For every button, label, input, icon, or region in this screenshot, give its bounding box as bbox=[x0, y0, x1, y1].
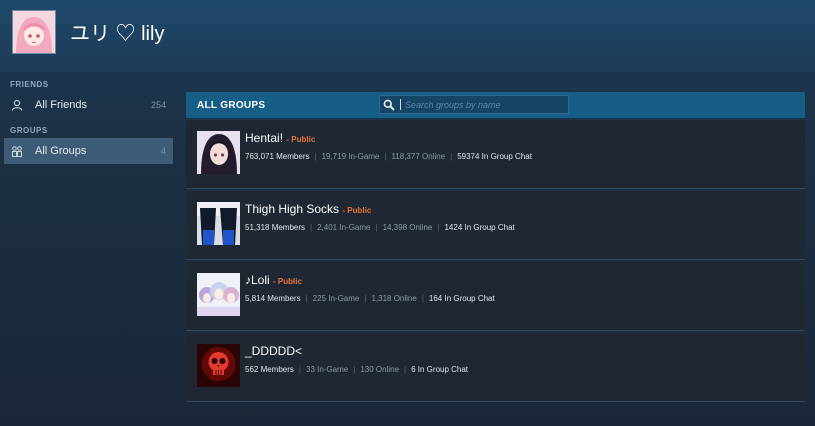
divider: | bbox=[310, 223, 313, 232]
members-count: 562 Members bbox=[245, 365, 294, 374]
divider: | bbox=[314, 152, 317, 161]
divider: | bbox=[450, 152, 453, 161]
online-count: 14,398 Online bbox=[382, 223, 433, 232]
group-name-line[interactable]: Hentai! - Public bbox=[245, 131, 315, 145]
ingame-count: 2,401 In-Game bbox=[317, 223, 371, 232]
group-name[interactable]: ♪Loli bbox=[245, 273, 270, 287]
group-stats: 51,318 Members | 2,401 In-Game | 14,398 … bbox=[245, 223, 515, 232]
sidebar-item-all-groups[interactable]: All Groups 4 bbox=[4, 138, 173, 164]
group-name[interactable]: Thigh High Socks bbox=[245, 202, 339, 216]
group-card[interactable]: ♪Loli - Public 5,814 Members | 225 In-Ga… bbox=[186, 262, 805, 331]
group-avatar[interactable] bbox=[197, 131, 240, 174]
sidebar: FRIENDS All Friends 254 GROUPS All Group… bbox=[0, 80, 180, 164]
online-count: 1,318 Online bbox=[371, 294, 417, 303]
group-name-line[interactable]: Thigh High Socks - Public bbox=[245, 202, 371, 216]
profile-header: ユリ ♡ lily bbox=[0, 0, 815, 72]
members-count: 763,071 Members bbox=[245, 152, 310, 161]
group-avatar[interactable] bbox=[197, 202, 240, 245]
ingame-count: 225 In-Game bbox=[312, 294, 360, 303]
group-avatar[interactable] bbox=[197, 273, 240, 316]
group-name-line[interactable]: ♪Loli - Public bbox=[245, 273, 302, 287]
visibility-badge: - Public bbox=[286, 135, 316, 144]
sidebar-item-all-friends[interactable]: All Friends 254 bbox=[4, 92, 173, 118]
divider: | bbox=[421, 294, 424, 303]
groups-heading: GROUPS bbox=[10, 126, 48, 135]
search-icon bbox=[383, 99, 397, 111]
person-icon bbox=[11, 98, 25, 112]
members-count: 51,318 Members bbox=[245, 223, 306, 232]
divider: | bbox=[353, 365, 356, 374]
chat-count: 1424 In Group Chat bbox=[444, 223, 515, 232]
divider: | bbox=[364, 294, 367, 303]
members-count: 5,814 Members bbox=[245, 294, 301, 303]
groups-count: 4 bbox=[160, 146, 166, 156]
groups-panel: ALL GROUPS Search groups by name Hentai!… bbox=[186, 92, 805, 402]
page-title: ALL GROUPS bbox=[197, 99, 266, 111]
group-card[interactable]: Hentai! - Public 763,071 Members | 19,71… bbox=[186, 120, 805, 189]
chat-count: 6 In Group Chat bbox=[411, 365, 469, 374]
divider: | bbox=[437, 223, 440, 232]
chat-count: 164 In Group Chat bbox=[428, 294, 495, 303]
search-placeholder: Search groups by name bbox=[405, 99, 501, 110]
group-stats: 763,071 Members | 19,719 In-Game | 118,3… bbox=[245, 152, 532, 161]
friends-heading: FRIENDS bbox=[10, 80, 49, 89]
group-name[interactable]: Hentai! bbox=[245, 131, 283, 145]
divider: | bbox=[384, 152, 387, 161]
sidebar-item-label: All Groups bbox=[35, 145, 87, 157]
group-card[interactable]: _DDDDD< 562 Members | 33 In-Game | 130 O… bbox=[186, 333, 805, 402]
sidebar-item-label: All Friends bbox=[35, 99, 87, 111]
ingame-count: 19,719 In-Game bbox=[321, 152, 380, 161]
group-icon bbox=[11, 144, 25, 158]
online-count: 130 Online bbox=[360, 365, 400, 374]
text-caret bbox=[400, 99, 401, 110]
online-count: 118,377 Online bbox=[391, 152, 446, 161]
username: ユリ ♡ lily bbox=[70, 23, 165, 45]
group-stats: 562 Members | 33 In-Game | 130 Online | … bbox=[245, 365, 468, 374]
divider: | bbox=[298, 365, 301, 374]
divider: | bbox=[404, 365, 407, 374]
groups-title-bar: ALL GROUPS Search groups by name bbox=[186, 92, 805, 118]
ingame-count: 33 In-Game bbox=[306, 365, 349, 374]
search-input[interactable]: Search groups by name bbox=[379, 95, 569, 114]
chat-count: 59374 In Group Chat bbox=[457, 152, 532, 161]
group-name-line[interactable]: _DDDDD< bbox=[245, 344, 302, 358]
group-avatar[interactable] bbox=[197, 344, 240, 387]
visibility-badge: - Public bbox=[342, 206, 372, 215]
divider: | bbox=[375, 223, 378, 232]
group-card[interactable]: Thigh High Socks - Public 51,318 Members… bbox=[186, 191, 805, 260]
friends-count: 254 bbox=[150, 100, 166, 110]
divider: | bbox=[305, 294, 308, 303]
visibility-badge: - Public bbox=[273, 277, 302, 286]
group-name[interactable]: _DDDDD< bbox=[245, 344, 302, 358]
user-avatar[interactable] bbox=[12, 10, 56, 54]
group-stats: 5,814 Members | 225 In-Game | 1,318 Onli… bbox=[245, 294, 495, 303]
